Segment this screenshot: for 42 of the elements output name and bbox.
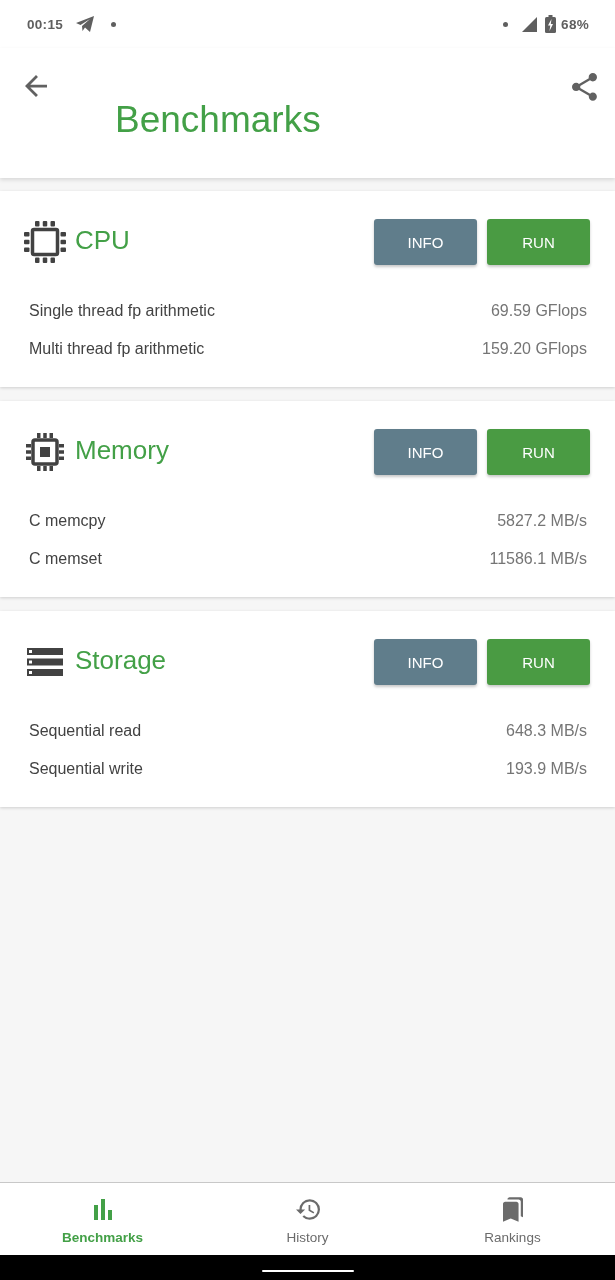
- result-value: 193.9 MB/s: [506, 760, 587, 778]
- result-label: Sequential write: [29, 760, 143, 778]
- notification-dot-icon: [503, 21, 509, 27]
- result-label: Sequential read: [29, 722, 142, 740]
- run-button[interactable]: RUN: [487, 429, 590, 475]
- result-value: 69.59 GFlops: [490, 302, 587, 320]
- back-arrow-icon: [25, 75, 47, 97]
- result-label: C memset: [29, 550, 102, 568]
- result-value: 5827.2 MB/s: [497, 512, 587, 530]
- run-button[interactable]: RUN: [487, 219, 590, 265]
- result-value: 648.3 MB/s: [506, 722, 587, 740]
- nav-tab[interactable]: History: [205, 1183, 410, 1255]
- result-label: C memcpy: [29, 512, 106, 530]
- info-button[interactable]: INFO: [374, 429, 477, 475]
- result-label: Multi thread fp arithmetic: [29, 340, 205, 358]
- share-icon: [572, 73, 597, 101]
- back-button[interactable]: [25, 75, 47, 97]
- section-title: CPU: [75, 224, 130, 256]
- bar-chart-icon: [93, 1198, 112, 1220]
- bookmarks-icon: [502, 1196, 523, 1222]
- battery-percent: 68%: [561, 16, 589, 32]
- result-label: Single thread fp arithmetic: [29, 302, 215, 320]
- section-title: Memory: [75, 434, 169, 466]
- history-icon: [295, 1198, 320, 1220]
- notification-dot-icon: [111, 21, 117, 27]
- memory-chip-icon: [26, 433, 64, 471]
- info-button[interactable]: INFO: [374, 219, 477, 265]
- result-value: 11586.1 MB/s: [489, 550, 587, 568]
- nav-tab[interactable]: Rankings: [410, 1183, 615, 1255]
- run-button[interactable]: RUN: [487, 639, 590, 685]
- section-title: Storage: [75, 644, 167, 676]
- battery-icon: [545, 15, 557, 33]
- processor-chip-icon: [24, 221, 66, 263]
- nav-tab[interactable]: Benchmarks: [0, 1183, 205, 1255]
- paper-plane-icon: [76, 16, 95, 32]
- server-stack-icon: [27, 648, 63, 676]
- result-value: 159.20 GFlops: [482, 340, 587, 358]
- share-button[interactable]: [572, 73, 597, 101]
- status-time: 00:15: [27, 16, 64, 32]
- info-button[interactable]: INFO: [374, 639, 477, 685]
- page-title: Benchmarks: [115, 98, 321, 142]
- signal-icon: [522, 16, 538, 32]
